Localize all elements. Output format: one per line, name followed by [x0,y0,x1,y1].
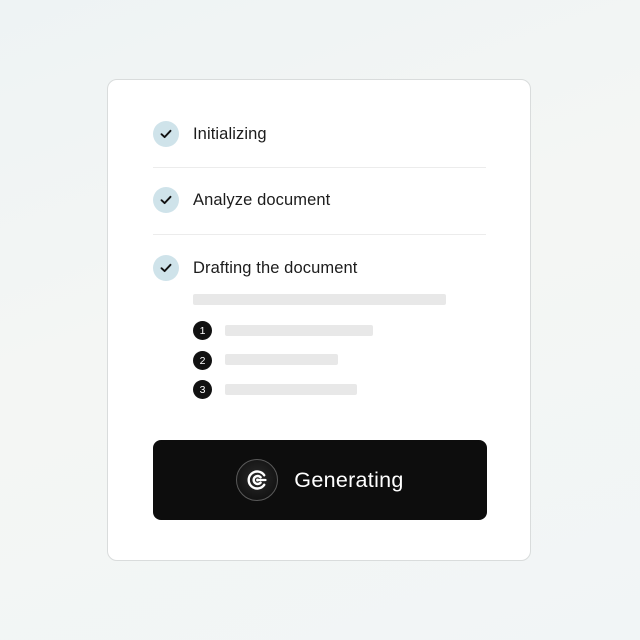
check-icon [153,187,179,213]
skeleton-line [225,325,373,336]
step-label: Drafting the document [193,258,358,277]
skeleton-line [225,384,357,395]
generating-label: Generating [294,467,404,492]
check-icon [153,121,179,147]
progress-card: Initializing Analyze document Drafting t… [107,79,531,561]
step-drafting-document: Drafting the document [153,255,357,281]
check-icon [153,255,179,281]
logo-spinner-icon [236,459,279,501]
step-analyze-document: Analyze document [153,187,330,213]
skeleton-line [225,354,338,365]
step-initializing: Initializing [153,121,267,147]
outline-number-3: 3 [193,380,212,399]
divider [153,167,486,168]
skeleton-heading-line [193,294,446,305]
outline-number-1: 1 [193,321,212,340]
step-label: Initializing [193,124,267,143]
divider [153,234,486,235]
outline-number-2: 2 [193,351,212,370]
generating-button[interactable]: Generating [153,440,487,520]
step-label: Analyze document [193,190,331,209]
